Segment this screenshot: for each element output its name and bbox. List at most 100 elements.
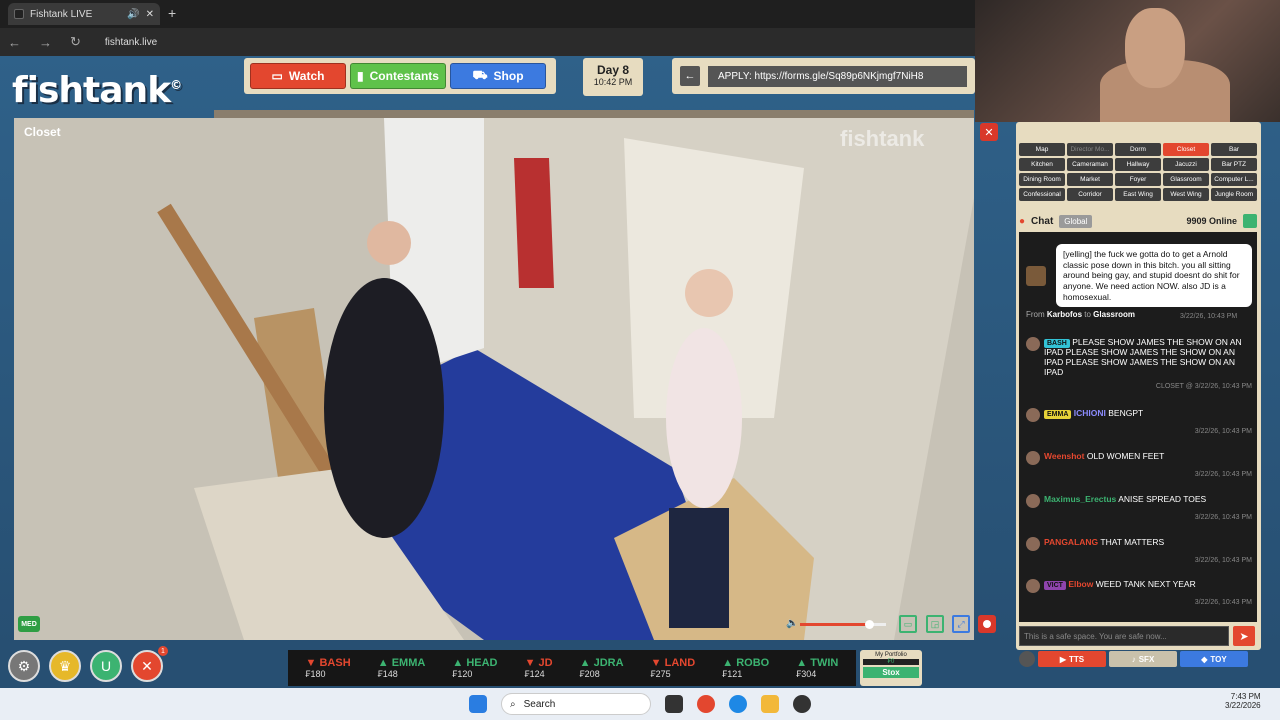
reload-icon[interactable]: ↻ [70,34,81,50]
room-button[interactable]: Cameraman [1067,158,1113,171]
chat-text: OLD WOMEN FEET [1086,451,1165,461]
toy-button[interactable]: ◆ TOY [1180,651,1248,667]
video-player[interactable] [14,118,974,640]
user-avatar[interactable] [1026,579,1040,593]
stock-ticker-item[interactable]: ▲ TWIN ₣304 [796,657,838,679]
stock-ticker-item[interactable]: ▼ BASH ₣180 [306,657,351,679]
stock-price: ₣120 [452,669,473,679]
send-button[interactable]: ➤ [1233,626,1255,646]
apply-link[interactable]: APPLY: https://forms.gle/Sq89p6NKjmgf7Ni… [708,65,967,87]
user-avatar[interactable] [1026,408,1040,422]
fullscreen-icon[interactable]: ⤢ [952,615,970,633]
chat-icon: ● [1019,215,1026,227]
close-video-button[interactable]: ✕ [980,123,998,141]
tts-button[interactable]: ▶ TTS [1038,651,1106,667]
room-button[interactable]: Confessional [1019,188,1065,201]
new-tab-button[interactable]: + [168,5,176,21]
edge-icon[interactable] [729,695,747,713]
chat-scope-tab[interactable]: Global [1059,214,1093,228]
forward-icon[interactable]: → [39,35,52,50]
room-button[interactable]: Bar [1211,143,1257,156]
prev-arrow-icon[interactable]: ← [680,66,700,86]
room-button[interactable]: Director Mo... [1067,143,1113,156]
room-button[interactable]: Bar PTZ [1211,158,1257,171]
chat-username[interactable]: Elbow [1068,579,1093,589]
chat-message: PANGALANG THAT MATTERS 3/22/26, 10:43 PM [1026,537,1252,564]
tools-icon[interactable]: ✕ [131,650,163,682]
room-button[interactable]: Closet [1163,143,1209,156]
watch-button[interactable]: ▭ Watch [250,63,346,89]
task-view-icon[interactable] [665,695,683,713]
sfx-icon: ♪ [1131,654,1136,664]
volume-icon[interactable]: 🔈 [786,618,798,629]
user-avatar[interactable] [1026,451,1040,465]
url-field[interactable]: fishtank.live [105,37,157,48]
room-button[interactable]: Hallway [1115,158,1161,171]
record-button[interactable] [978,615,996,633]
crown-icon[interactable]: ♛ [49,650,81,682]
search-icon: ⌕ [510,698,516,710]
magnet-icon[interactable]: U [90,650,122,682]
back-icon[interactable]: ← [8,35,21,50]
cast-icon[interactable]: ◲ [926,615,944,633]
stock-ticker-item[interactable]: ▲ JDRA ₣208 [580,657,624,679]
chat-username[interactable]: ICHIONI [1074,408,1106,418]
file-explorer-icon[interactable] [761,695,779,713]
settings-gear-icon[interactable]: ⚙ [8,650,40,682]
tts-avatar [1026,266,1046,286]
contestants-button[interactable]: ▮ Contestants [350,63,446,89]
room-button[interactable]: Jungle Room [1211,188,1257,201]
room-button[interactable]: Corridor [1067,188,1113,201]
stock-ticker-item[interactable]: ▼ JD ₣124 [525,657,553,679]
room-button[interactable]: Foyer [1115,173,1161,186]
user-avatar[interactable] [1026,337,1040,351]
chat-input[interactable]: This is a safe space. You are safe now..… [1019,626,1229,646]
quality-badge[interactable]: MED [18,616,40,632]
stock-ticker-item[interactable]: ▲ ROBO ₣121 [722,657,769,679]
stock-ticker: ▼ BASH ₣180 ▲ EMMA ₣148 ▲ HEAD ₣120 ▼ JD ₣124 ▲ … [288,650,856,686]
theater-mode-icon[interactable]: ▭ [899,615,917,633]
room-button[interactable]: Glassroom [1163,173,1209,186]
room-button[interactable]: West Wing [1163,188,1209,201]
chat-username[interactable]: Weenshot [1044,451,1084,461]
app-icon[interactable] [793,695,811,713]
user-avatar[interactable] [1026,537,1040,551]
tab-close-icon[interactable]: ✕ [146,9,154,20]
taskbar-search[interactable]: ⌕ Search [501,693,651,715]
stock-name: BASH [319,657,351,669]
arrow-up-icon: ▲ [452,657,467,669]
browser-tab[interactable]: Fishtank LIVE 🔊 ✕ [8,3,160,25]
taskbar-clock: 7:43 PM 3/22/2026 [1225,692,1261,710]
speaker-icon[interactable]: 🔊 [127,9,139,20]
chat-message: EMMA ICHIONI BENGPT 3/22/26, 10:43 PM [1026,408,1252,435]
chat-settings-icon[interactable] [1243,214,1257,228]
chat-username[interactable]: PANGALANG [1044,537,1098,547]
room-button[interactable]: Market [1067,173,1113,186]
stock-ticker-item[interactable]: ▲ EMMA ₣148 [378,657,426,679]
volume-slider[interactable] [800,620,886,629]
day-label: Day 8 [596,63,630,77]
room-button[interactable]: Jacuzzi [1163,158,1209,171]
windows-start-icon[interactable] [469,695,487,713]
chrome-icon[interactable] [697,695,715,713]
shop-button[interactable]: ⛟ Shop [450,63,546,89]
room-button[interactable]: Dining Room [1019,173,1065,186]
user-avatar[interactable] [1026,494,1040,508]
sfx-button[interactable]: ♪ SFX [1109,651,1177,667]
stox-button[interactable]: Stox [863,667,919,678]
stock-ticker-item[interactable]: ▼ LAND ₣275 [651,657,696,679]
room-button[interactable]: Map [1019,143,1065,156]
chat-username[interactable]: Maximus_Erectus [1044,494,1116,504]
tts-message-bubble: [yelling] the fuck we gotta do to get a … [1056,244,1252,308]
room-button[interactable]: Computer L... [1211,173,1257,186]
fishtank-logo[interactable]: fishtank© [12,70,182,111]
stock-ticker-item[interactable]: ▲ HEAD ₣120 [452,657,497,679]
room-button[interactable]: East Wing [1115,188,1161,201]
emoji-icon[interactable] [1019,651,1035,667]
chat-timestamp: 3/22/26, 10:43 PM [1194,471,1252,478]
room-button[interactable]: Dorm [1115,143,1161,156]
stock-name: ROBO [736,657,770,669]
chat-timestamp: CLOSET @ 3/22/26, 10:43 PM [1155,383,1252,390]
volume-knob[interactable] [864,620,874,629]
room-button[interactable]: Kitchen [1019,158,1065,171]
